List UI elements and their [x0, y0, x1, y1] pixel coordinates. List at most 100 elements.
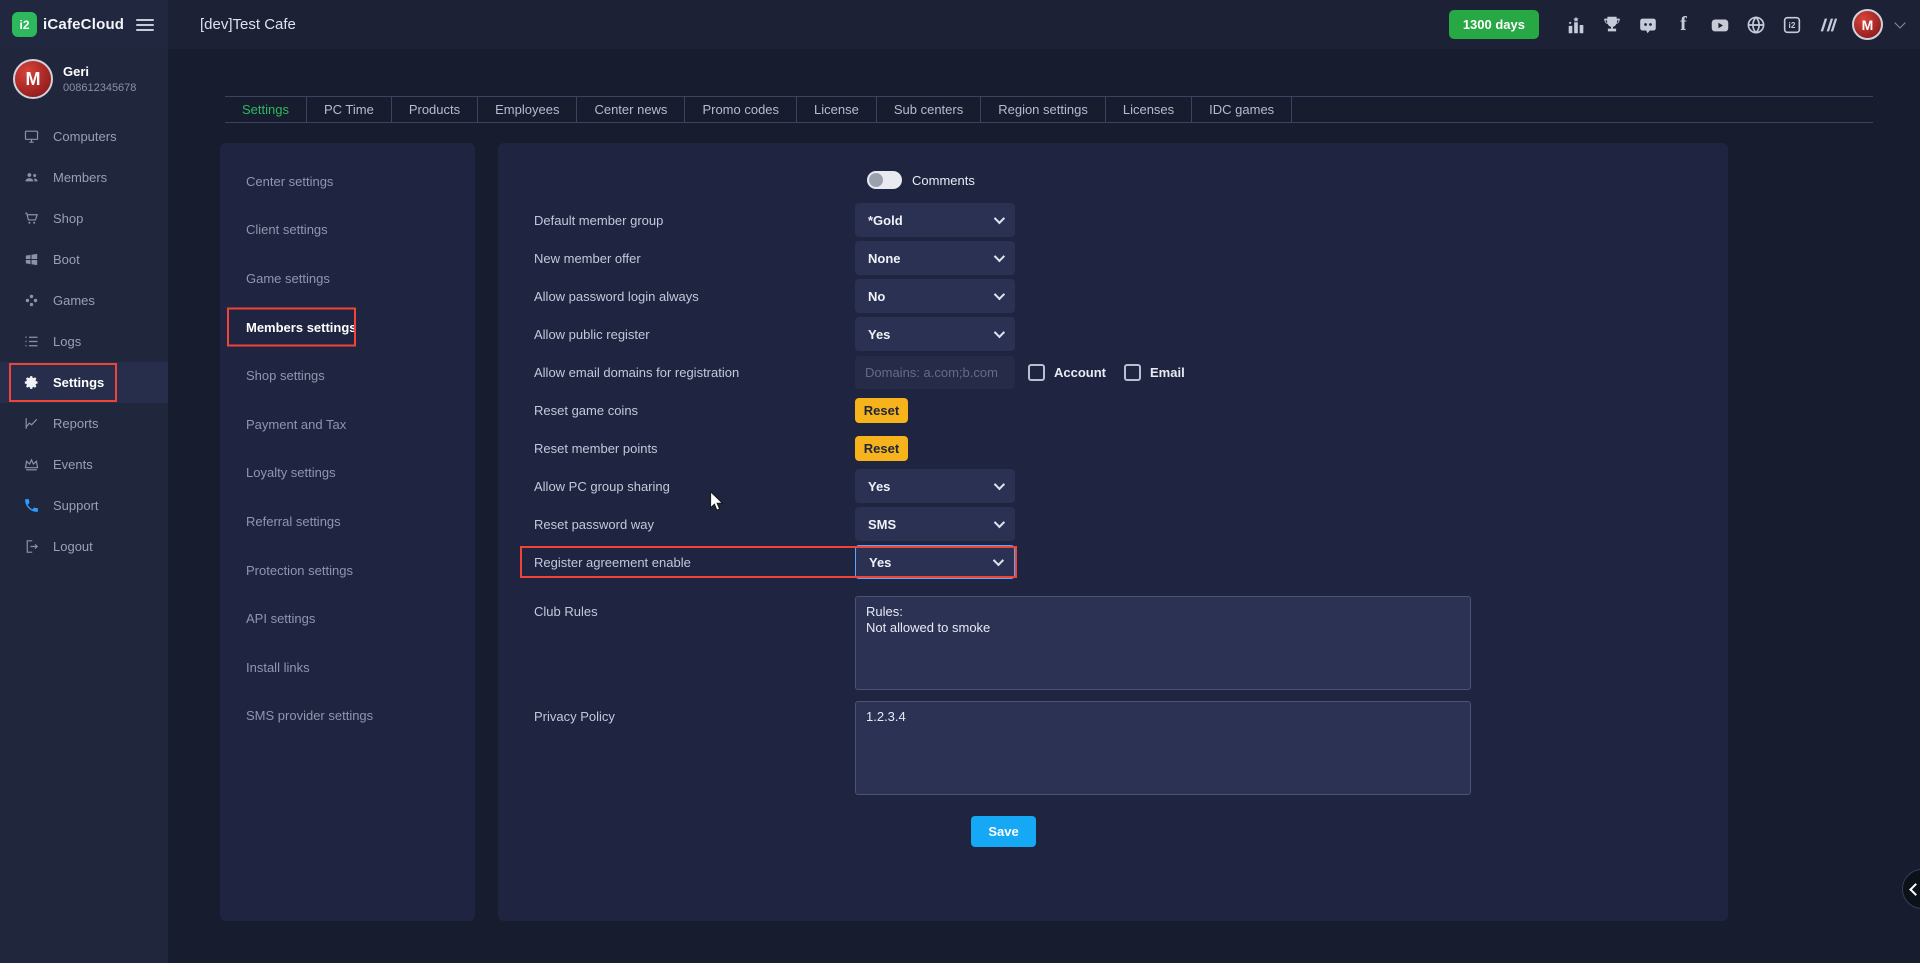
sidebar-item-boot[interactable]: Boot: [0, 239, 168, 280]
menu-item-shop-settings[interactable]: Shop settings: [220, 351, 475, 400]
chevron-down-icon: [994, 479, 1005, 490]
menu-item-referral-settings[interactable]: Referral settings: [220, 497, 475, 546]
tab-promo-codes[interactable]: Promo codes: [685, 97, 797, 122]
row-reset-password-way: Reset password way SMS: [498, 505, 1728, 543]
account-checkbox[interactable]: [1028, 364, 1045, 381]
menu-item-payment-and-tax[interactable]: Payment and Tax: [220, 400, 475, 449]
tab-region-settings[interactable]: Region settings: [981, 97, 1106, 122]
register-agreement-select[interactable]: Yes: [855, 545, 1015, 579]
sidebar-item-label: Shop: [53, 211, 83, 226]
tab-idc-games[interactable]: IDC games: [1192, 97, 1292, 122]
comments-toggle[interactable]: [867, 171, 902, 189]
menu-item-members-settings[interactable]: Members settings: [220, 303, 475, 352]
sidebar: M Geri 008612345678 Computers Members Sh…: [0, 49, 168, 963]
reset-game-coins-button[interactable]: Reset: [855, 398, 908, 423]
field-label: New member offer: [534, 251, 855, 266]
sidebar-item-logout[interactable]: Logout: [0, 526, 168, 567]
menu-item-api-settings[interactable]: API settings: [220, 594, 475, 643]
field-label: Club Rules: [534, 596, 855, 619]
leaderboard-icon[interactable]: [1564, 13, 1587, 36]
menu-item-game-settings[interactable]: Game settings: [220, 254, 475, 303]
row-club-rules: Club Rules Rules: Not allowed to smoke: [498, 596, 1728, 690]
sidebar-item-games[interactable]: Games: [0, 280, 168, 321]
email-checkbox[interactable]: [1124, 364, 1141, 381]
globe-icon[interactable]: [1744, 13, 1767, 36]
reset-password-way-select[interactable]: SMS: [855, 507, 1015, 541]
menu-item-install-links[interactable]: Install links: [220, 643, 475, 692]
tab-pc-time[interactable]: PC Time: [307, 97, 392, 122]
menu-item-label: Loyalty settings: [246, 465, 336, 480]
sidebar-user-card[interactable]: M Geri 008612345678: [0, 49, 168, 107]
gear-icon: [22, 374, 40, 392]
new-member-offer-select[interactable]: None: [855, 241, 1015, 275]
chevron-down-icon: [994, 213, 1005, 224]
sidebar-item-label: Computers: [53, 129, 117, 144]
menu-item-protection-settings[interactable]: Protection settings: [220, 546, 475, 595]
discord-icon[interactable]: [1636, 13, 1659, 36]
sidebar-avatar: M: [13, 59, 53, 99]
hamburger-menu-icon[interactable]: [136, 19, 154, 31]
gamepad-icon: [22, 292, 40, 310]
row-allow-password-login: Allow password login always No: [498, 277, 1728, 315]
sidebar-item-members[interactable]: Members: [0, 157, 168, 198]
tab-employees[interactable]: Employees: [478, 97, 577, 122]
allow-public-register-select[interactable]: Yes: [855, 317, 1015, 351]
sidebar-item-label: Logout: [53, 539, 93, 554]
club-rules-textarea[interactable]: Rules: Not allowed to smoke: [855, 596, 1471, 690]
tab-products[interactable]: Products: [392, 97, 478, 122]
field-label: Reset game coins: [534, 403, 855, 418]
layers-icon[interactable]: [1816, 13, 1839, 36]
topbar: i2 iCafeCloud [dev]Test Cafe 1300 days f…: [0, 0, 1920, 49]
icafecloud-icon[interactable]: i2: [1780, 13, 1803, 36]
row-allow-public-register: Allow public register Yes: [498, 315, 1728, 353]
tab-center-news[interactable]: Center news: [577, 97, 685, 122]
menu-item-label: SMS provider settings: [246, 708, 373, 723]
settings-menu-panel: Center settings Client settings Game set…: [220, 143, 475, 921]
sidebar-item-logs[interactable]: Logs: [0, 321, 168, 362]
row-privacy-policy: Privacy Policy 1.2.3.4: [498, 701, 1728, 795]
menu-item-label: API settings: [246, 611, 315, 626]
reset-member-points-button[interactable]: Reset: [855, 436, 908, 461]
tab-settings[interactable]: Settings: [225, 97, 307, 122]
row-default-member-group: Default member group *Gold: [498, 201, 1728, 239]
menu-item-client-settings[interactable]: Client settings: [220, 206, 475, 255]
brand[interactable]: i2 iCafeCloud: [12, 12, 124, 37]
user-avatar[interactable]: M: [1852, 9, 1883, 40]
menu-item-label: Client settings: [246, 222, 328, 237]
tab-license[interactable]: License: [797, 97, 877, 122]
allow-pc-group-sharing-select[interactable]: Yes: [855, 469, 1015, 503]
youtube-icon[interactable]: [1708, 13, 1731, 36]
sidebar-item-reports[interactable]: Reports: [0, 403, 168, 444]
sidebar-item-label: Games: [53, 293, 95, 308]
allow-password-login-select[interactable]: No: [855, 279, 1015, 313]
sidebar-item-label: Events: [53, 457, 93, 472]
sidebar-item-computers[interactable]: Computers: [0, 116, 168, 157]
days-remaining-badge[interactable]: 1300 days: [1449, 10, 1539, 39]
menu-item-label: Center settings: [246, 174, 333, 189]
toggle-knob: [869, 173, 883, 187]
row-reset-member-points: Reset member points Reset: [498, 429, 1728, 467]
tab-bar: Settings PC Time Products Employees Cent…: [225, 96, 1873, 123]
save-button[interactable]: Save: [971, 816, 1036, 847]
chevron-down-icon[interactable]: [1894, 17, 1905, 28]
register-options: Account Email: [1028, 364, 1194, 381]
sidebar-item-support[interactable]: Support: [0, 485, 168, 526]
privacy-policy-textarea[interactable]: 1.2.3.4: [855, 701, 1471, 795]
chevron-down-icon: [994, 251, 1005, 262]
trophy-icon[interactable]: [1600, 13, 1623, 36]
sidebar-item-label: Settings: [53, 375, 104, 390]
sidebar-item-settings[interactable]: Settings: [0, 362, 168, 403]
menu-item-sms-provider-settings[interactable]: SMS provider settings: [220, 692, 475, 741]
tab-sub-centers[interactable]: Sub centers: [877, 97, 981, 122]
default-member-group-select[interactable]: *Gold: [855, 203, 1015, 237]
people-icon: [22, 169, 40, 187]
email-domains-input[interactable]: [855, 356, 1015, 389]
cart-icon: [22, 210, 40, 228]
menu-item-center-settings[interactable]: Center settings: [220, 157, 475, 206]
sidebar-item-events[interactable]: Events: [0, 444, 168, 485]
crown-icon: [22, 456, 40, 474]
facebook-icon[interactable]: f: [1672, 13, 1695, 36]
menu-item-loyalty-settings[interactable]: Loyalty settings: [220, 449, 475, 498]
tab-licenses[interactable]: Licenses: [1106, 97, 1192, 122]
sidebar-item-shop[interactable]: Shop: [0, 198, 168, 239]
